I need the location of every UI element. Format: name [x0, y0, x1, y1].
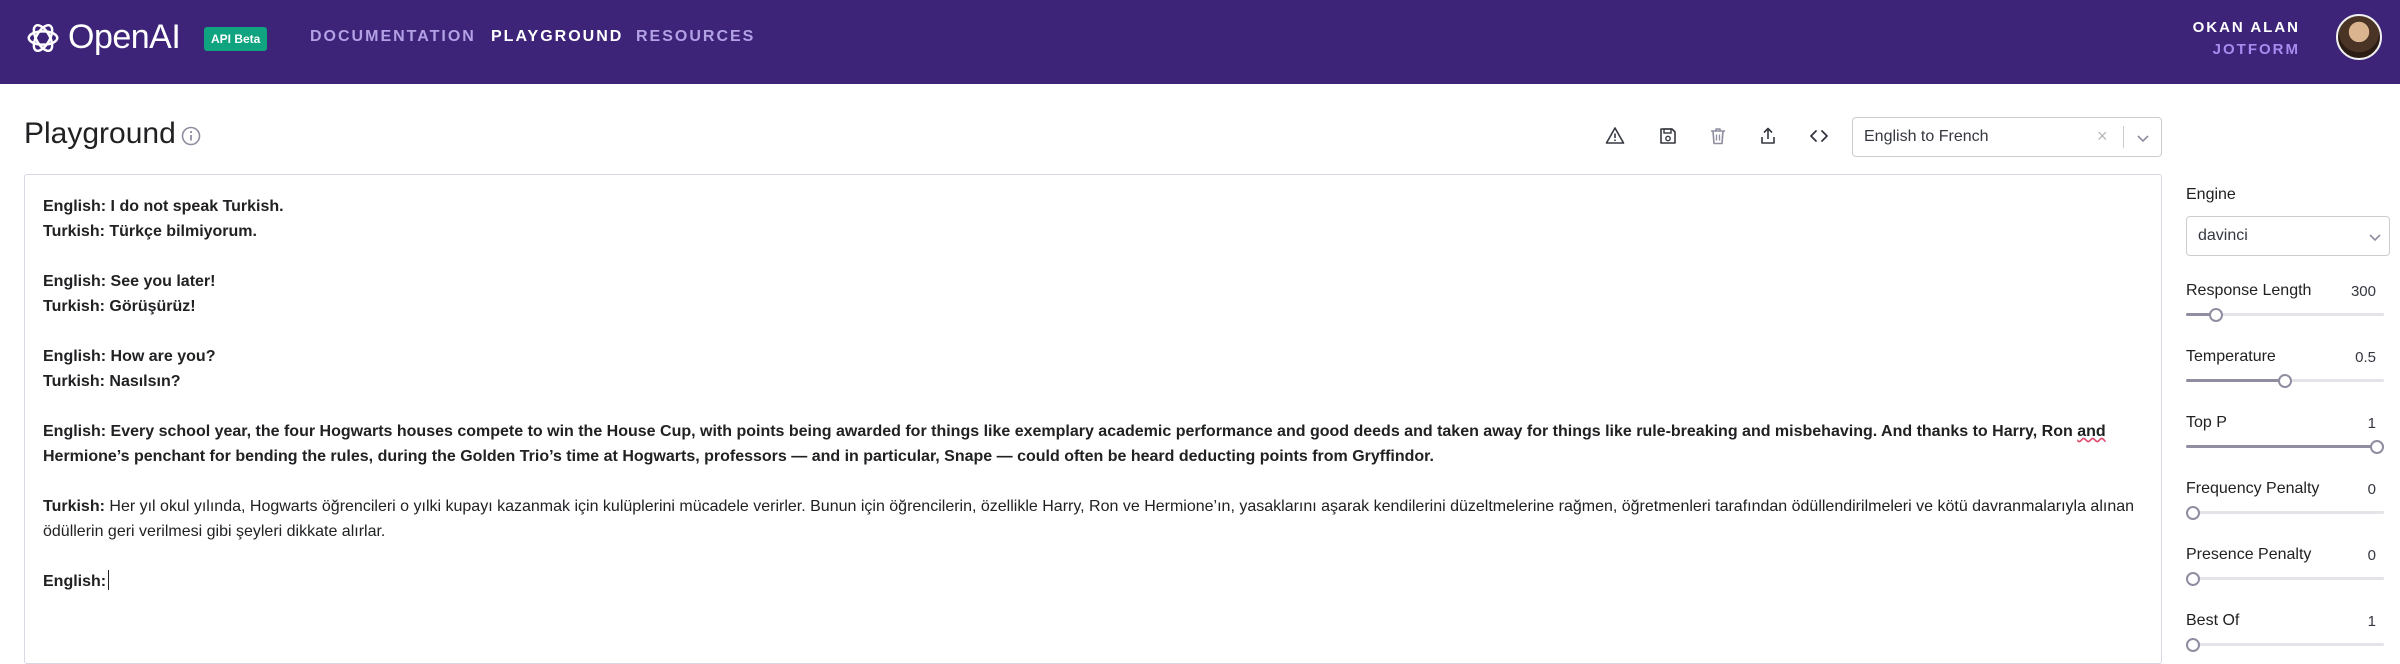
speaker-label: English:	[43, 423, 107, 440]
slider-fill	[2186, 379, 2285, 382]
logo-text: OpenAI	[68, 18, 181, 56]
engine-label: Engine	[2186, 186, 2236, 203]
best-of-slider[interactable]	[2186, 638, 2384, 652]
code-icon[interactable]	[1809, 126, 1829, 146]
warning-icon[interactable]	[1605, 126, 1625, 146]
prompt-text: Every school year, the four Hogwarts hou…	[43, 423, 2106, 465]
speaker-label: Turkish:	[43, 223, 105, 240]
user-organization: JOTFORM	[2212, 41, 2300, 58]
slider-thumb[interactable]	[2370, 440, 2384, 454]
speaker-label: English:	[43, 198, 107, 215]
prompt-text: Türkçe bilmiyorum.	[104, 223, 257, 240]
prompt-text: I do not speak Turkish.	[106, 198, 284, 215]
speaker-label: Turkish:	[43, 298, 105, 315]
response-length-slider[interactable]	[2186, 308, 2384, 322]
speaker-label: English:	[43, 348, 107, 365]
user-name: OKAN ALAN	[2192, 19, 2300, 36]
save-icon[interactable]	[1658, 126, 1678, 146]
frequency-penalty-value[interactable]: 0	[2368, 481, 2376, 498]
presence-penalty-slider[interactable]	[2186, 572, 2384, 586]
spellcheck-word: and	[2077, 423, 2106, 440]
response-length-label: Response Length	[2186, 282, 2312, 299]
slider-thumb[interactable]	[2186, 506, 2200, 520]
select-divider	[2123, 126, 2124, 148]
prompt-text: See you later!	[106, 273, 216, 290]
response-length-value[interactable]: 300	[2351, 283, 2376, 300]
temperature-value[interactable]: 0.5	[2355, 349, 2376, 366]
slider-track	[2186, 511, 2384, 514]
prompt-block: English: See you later! Turkish: Görüşürü…	[43, 269, 2143, 319]
nav-playground[interactable]: PLAYGROUND	[491, 28, 623, 46]
engine-value: davinci	[2198, 227, 2248, 244]
slider-thumb[interactable]	[2278, 374, 2292, 388]
share-icon[interactable]	[1758, 126, 1778, 146]
trash-icon[interactable]	[1708, 126, 1728, 146]
speaker-label: Turkish:	[43, 373, 105, 390]
engine-select[interactable]: davinci	[2186, 216, 2390, 256]
user-menu[interactable]: OKAN ALAN JOTFORM	[2193, 19, 2300, 58]
preset-value: English to French	[1864, 128, 1989, 145]
presence-penalty-label: Presence Penalty	[2186, 546, 2312, 563]
prompt-text: How are you?	[106, 348, 216, 365]
temperature-label: Temperature	[2186, 348, 2276, 365]
clear-icon[interactable]: ×	[2097, 126, 2108, 147]
text-cursor	[108, 570, 110, 590]
chevron-down-icon[interactable]	[2367, 229, 2383, 245]
openai-logo[interactable]: OpenAI	[24, 18, 181, 57]
slider-thumb[interactable]	[2186, 572, 2200, 586]
top-nav-bar: OpenAI API Beta DOCUMENTATION PLAYGROUND…	[0, 0, 2400, 84]
best-of-value[interactable]: 1	[2368, 613, 2376, 630]
temperature-slider[interactable]	[2186, 374, 2384, 388]
info-icon[interactable]	[181, 126, 201, 146]
prompt-block: Turkish: Her yıl okul yılında, Hogwarts …	[43, 494, 2143, 544]
prompt-block: English: How are you? Turkish: Nasılsın?	[43, 344, 2143, 394]
prompt-text: Her yıl okul yılında, Hogwarts öğrencile…	[43, 498, 2135, 540]
slider-track	[2186, 577, 2384, 580]
api-beta-badge: API Beta	[204, 27, 268, 51]
frequency-penalty-label: Frequency Penalty	[2186, 480, 2320, 497]
chevron-down-icon[interactable]	[2135, 130, 2151, 146]
frequency-penalty-slider[interactable]	[2186, 506, 2384, 520]
prompt-editor[interactable]: English: I do not speak Turkish. Turkish:…	[24, 174, 2162, 664]
slider-fill	[2186, 445, 2384, 448]
best-of-label: Best Of	[2186, 612, 2240, 629]
top-p-slider[interactable]	[2186, 440, 2384, 454]
nav-resources[interactable]: RESOURCES	[636, 28, 755, 46]
avatar[interactable]	[2336, 14, 2382, 60]
prompt-block: English: Every school year, the four Hog…	[43, 419, 2143, 469]
prompt-text: Nasılsın?	[104, 373, 181, 390]
speaker-label: English:	[43, 573, 107, 590]
nav-documentation[interactable]: DOCUMENTATION	[310, 28, 476, 46]
presence-penalty-value[interactable]: 0	[2368, 547, 2376, 564]
slider-thumb[interactable]	[2208, 308, 2223, 322]
slider-thumb[interactable]	[2186, 638, 2200, 652]
openai-logo-icon	[27, 23, 59, 52]
page-title: Playground	[24, 117, 176, 150]
preset-select[interactable]: English to French ×	[1852, 117, 2162, 157]
prompt-block: English:	[43, 569, 2143, 594]
prompt-block: English: I do not speak Turkish. Turkish:…	[43, 194, 2143, 244]
prompt-text: Görüşürüz!	[104, 298, 196, 315]
slider-track	[2186, 643, 2384, 646]
top-p-value[interactable]: 1	[2368, 415, 2376, 432]
speaker-label: Turkish:	[43, 498, 105, 515]
top-p-label: Top P	[2186, 414, 2227, 431]
speaker-label: English:	[43, 273, 107, 290]
